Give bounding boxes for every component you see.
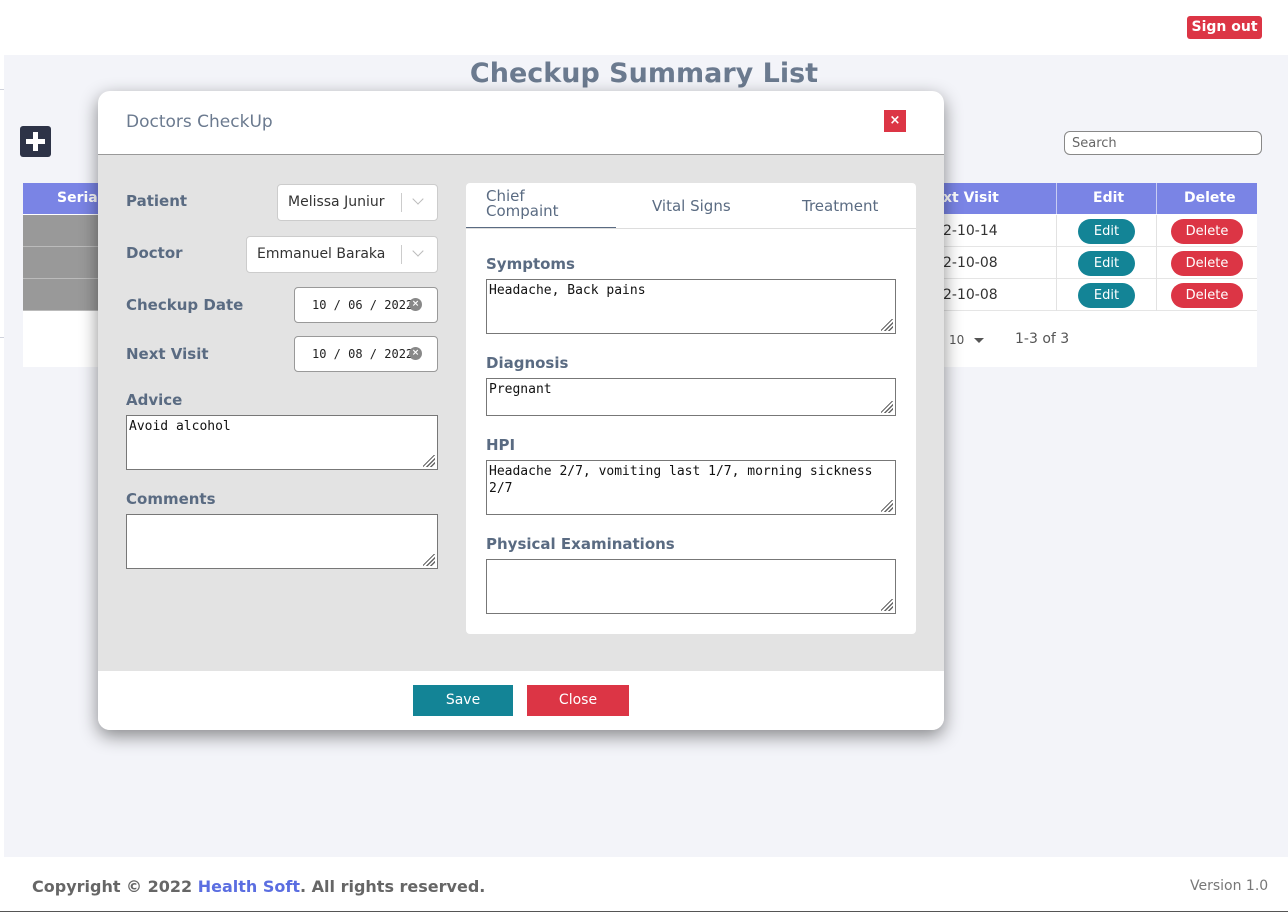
serial-cell xyxy=(23,215,98,247)
col-edit-header: Edit xyxy=(1093,190,1125,206)
column-divider xyxy=(1056,215,1057,247)
column-divider xyxy=(1056,279,1057,311)
column-divider xyxy=(1156,215,1157,247)
advice-label: Advice xyxy=(126,391,183,409)
checkup-date-input[interactable]: 10 / 06 / 2022 × xyxy=(294,287,438,323)
physical-exam-label: Physical Examinations xyxy=(486,535,675,553)
advice-value: Avoid alcohol xyxy=(129,419,231,434)
hpi-value: Headache 2/7, vomiting last 1/7, morning… xyxy=(489,464,873,496)
col-delete-header: Delete xyxy=(1184,190,1236,206)
clinical-card: Chief Compaint Vital Signs Treatment Sym… xyxy=(466,183,916,634)
diagnosis-textarea[interactable]: Pregnant xyxy=(486,378,896,416)
resize-grip-icon[interactable] xyxy=(423,455,435,467)
symptoms-label: Symptoms xyxy=(486,255,575,273)
doctor-label: Doctor xyxy=(126,244,183,262)
resize-grip-icon[interactable] xyxy=(881,319,893,331)
doctor-select[interactable]: Emmanuel Baraka xyxy=(246,236,438,273)
column-divider xyxy=(1156,247,1157,279)
pagination-range: 1-3 of 3 xyxy=(1015,331,1070,347)
resize-grip-icon[interactable] xyxy=(423,554,435,566)
comments-label: Comments xyxy=(126,490,216,508)
column-divider xyxy=(1156,183,1157,214)
patient-value: Melissa Juniur xyxy=(288,194,385,210)
close-icon[interactable]: × xyxy=(884,110,906,132)
checkup-date-value: 10 / 06 / 2022 xyxy=(312,298,414,312)
select-separator xyxy=(401,245,402,264)
footer-copyright: Copyright © 2022 Health Soft. All rights… xyxy=(32,877,485,896)
caret-down-icon[interactable] xyxy=(974,338,984,343)
brand-link[interactable]: Health Soft xyxy=(198,877,300,896)
copyright-suffix: . All rights reserved. xyxy=(300,877,486,896)
clear-icon[interactable]: × xyxy=(409,347,422,360)
modal-title: Doctors CheckUp xyxy=(126,112,273,132)
next-visit-cell: 2-10-08 xyxy=(943,255,998,271)
column-divider xyxy=(1156,279,1157,311)
col-serial-header[interactable]: Serial xyxy=(57,183,103,214)
close-button[interactable]: Close xyxy=(527,685,629,716)
doctor-value: Emmanuel Baraka xyxy=(257,246,386,262)
column-divider xyxy=(1056,247,1057,279)
side-divider xyxy=(0,89,4,90)
resize-grip-icon[interactable] xyxy=(881,500,893,512)
tab-treatment[interactable]: Treatment xyxy=(802,197,878,215)
chevron-down-icon[interactable] xyxy=(412,245,424,257)
col-next-visit-header[interactable]: xt Visit xyxy=(943,183,999,214)
column-divider xyxy=(1056,183,1057,214)
edit-button[interactable]: Edit xyxy=(1078,283,1135,308)
patient-select[interactable]: Melissa Juniur xyxy=(277,184,438,221)
checkup-date-label: Checkup Date xyxy=(126,296,244,314)
physical-exam-textarea[interactable] xyxy=(486,559,896,614)
diagnosis-label: Diagnosis xyxy=(486,354,569,372)
symptoms-value: Headache, Back pains xyxy=(489,283,646,298)
version-label: Version 1.0 xyxy=(1190,878,1269,894)
side-divider xyxy=(0,337,4,338)
hpi-label: HPI xyxy=(486,436,516,454)
modal-body: Patient Melissa Juniur Doctor Emmanuel B… xyxy=(98,154,944,671)
delete-button[interactable]: Delete xyxy=(1171,219,1243,244)
advice-textarea[interactable]: Avoid alcohol xyxy=(126,415,438,470)
signout-button[interactable]: Sign out xyxy=(1187,16,1262,39)
modal-footer: Save Close xyxy=(98,671,944,730)
serial-cell xyxy=(23,247,98,279)
bottom-divider xyxy=(0,911,1288,912)
tab-chief-complaint-label[interactable]: Chief Compaint xyxy=(486,189,576,219)
hpi-textarea[interactable]: Headache 2/7, vomiting last 1/7, morning… xyxy=(486,460,896,515)
clear-icon[interactable]: × xyxy=(409,298,422,311)
serial-cell xyxy=(23,279,98,311)
search-input[interactable] xyxy=(1064,131,1262,155)
add-checkup-button[interactable] xyxy=(20,126,51,157)
chevron-down-icon[interactable] xyxy=(412,193,424,205)
checkup-modal: Doctors CheckUp × Patient Melissa Juniur… xyxy=(98,91,944,730)
tab-vital-signs[interactable]: Vital Signs xyxy=(652,197,731,215)
resize-grip-icon[interactable] xyxy=(881,599,893,611)
page-title: Checkup Summary List xyxy=(469,58,819,89)
delete-button[interactable]: Delete xyxy=(1171,283,1243,308)
resize-grip-icon[interactable] xyxy=(881,401,893,413)
next-visit-value: 10 / 08 / 2022 xyxy=(312,347,414,361)
save-button[interactable]: Save xyxy=(413,685,513,716)
comments-textarea[interactable] xyxy=(126,514,438,569)
symptoms-textarea[interactable]: Headache, Back pains xyxy=(486,279,896,334)
next-visit-label: Next Visit xyxy=(126,345,209,363)
tabs-divider xyxy=(466,228,916,229)
diagnosis-value: Pregnant xyxy=(489,382,552,397)
patient-label: Patient xyxy=(126,192,188,210)
select-separator xyxy=(401,193,402,212)
rows-per-page-select[interactable]: 10 xyxy=(949,333,964,347)
delete-button[interactable]: Delete xyxy=(1171,251,1243,276)
edit-button[interactable]: Edit xyxy=(1078,251,1135,276)
edit-button[interactable]: Edit xyxy=(1078,219,1135,244)
next-visit-cell: 2-10-14 xyxy=(943,223,998,239)
next-visit-input[interactable]: 10 / 08 / 2022 × xyxy=(294,336,438,372)
next-visit-cell: 2-10-08 xyxy=(943,287,998,303)
copyright-text: Copyright © 2022 xyxy=(32,877,198,896)
